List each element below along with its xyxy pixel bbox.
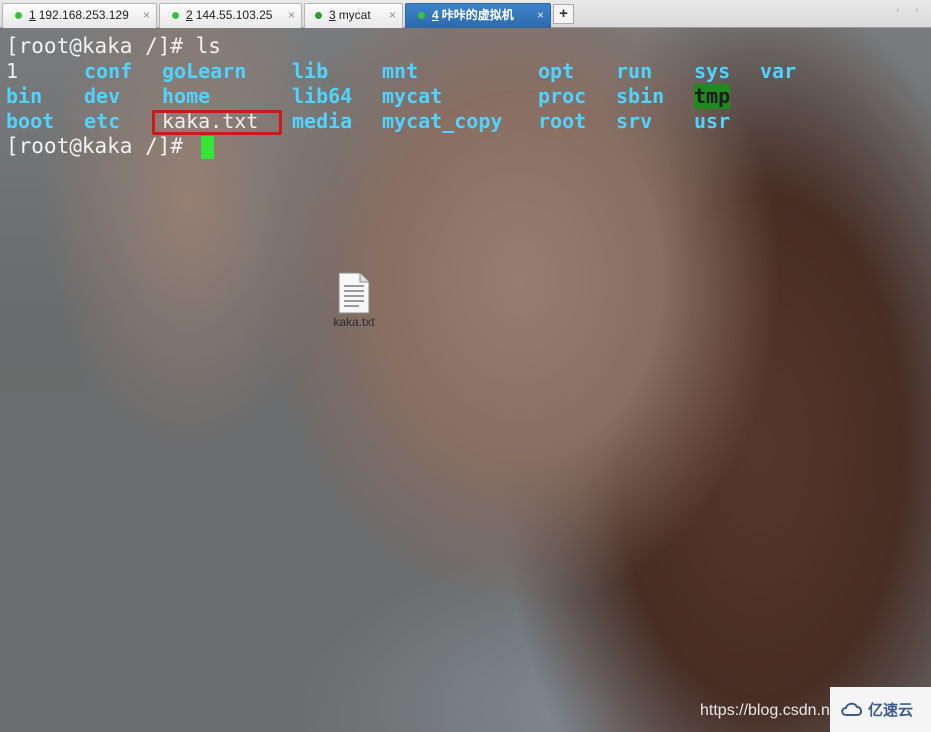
session-status-icon [172, 12, 179, 19]
ls-entry: usr [694, 109, 731, 133]
close-icon[interactable]: × [537, 4, 544, 26]
ls-entry: conf [84, 59, 133, 83]
tab-number: 1 [29, 8, 36, 22]
tab-number: 2 [186, 8, 193, 22]
tab-number: 4 [432, 8, 439, 22]
tab-label: 咔咔的虚拟机 [441, 8, 514, 22]
desktop-file-label: kaka.txt [333, 315, 375, 329]
ls-entry: mnt [382, 59, 419, 83]
ls-entry: home [162, 84, 211, 108]
tab-session-2[interactable]: 2 144.55.103.25 × [159, 3, 302, 28]
tab-bar: 1 192.168.253.129 × 2 144.55.103.25 × 3 myc… [0, 0, 931, 28]
ls-entry: boot [6, 109, 55, 133]
ls-entry: lib [292, 59, 329, 83]
tab-session-4[interactable]: 4 咔咔的虚拟机 × [405, 3, 551, 28]
close-icon[interactable]: × [143, 4, 150, 26]
tab-scroll-arrows[interactable]: ‹ › [896, 5, 925, 16]
tab-label: 192.168.253.129 [38, 8, 129, 22]
ls-entry: mycat [382, 84, 443, 108]
ls-entry: proc [538, 84, 587, 108]
add-tab-button[interactable]: + [553, 4, 574, 24]
command-line: [root@kaka /]# ls [6, 34, 221, 58]
ls-entry: media [292, 109, 353, 133]
ls-entry: etc [84, 109, 121, 133]
tab-label: 144.55.103.25 [195, 8, 273, 22]
ls-entry: srv [616, 109, 653, 133]
ls-entry: bin [6, 84, 43, 108]
terminal-window[interactable]: [root@kaka /]# ls 1 conf goLearn lib mnt opt r… [0, 28, 931, 732]
watermark-url: https://blog.csdn.ne [700, 702, 839, 719]
ls-entry: dev [84, 84, 121, 108]
terminal-cursor [201, 136, 214, 159]
ls-entry: root [538, 109, 587, 133]
tab-session-3[interactable]: 3 mycat × [304, 3, 403, 28]
ls-entry: sys [694, 59, 731, 83]
highlight-box [152, 110, 282, 135]
cloud-logo-icon [841, 702, 863, 716]
ls-entry: tmp [694, 84, 731, 109]
session-status-icon [315, 12, 322, 19]
desktop-file-item[interactable]: kaka.txt [326, 272, 382, 329]
watermark-brand: 亿速云 [868, 702, 914, 719]
session-status-icon [418, 12, 425, 19]
ls-entry: opt [538, 59, 575, 83]
close-icon[interactable]: × [389, 4, 396, 26]
ls-entry: sbin [616, 84, 665, 108]
ls-entry: run [616, 59, 653, 83]
ls-entry: goLearn [162, 59, 247, 83]
tab-session-1[interactable]: 1 192.168.253.129 × [2, 3, 157, 28]
ls-entry: var [760, 59, 797, 83]
tab-label: mycat [338, 8, 371, 22]
close-icon[interactable]: × [288, 4, 295, 26]
prompt-line: [root@kaka /]# [6, 134, 196, 158]
ls-entry: mycat_copy [382, 109, 503, 133]
session-status-icon [15, 12, 22, 19]
ls-entry: 1 [6, 59, 19, 83]
ls-entry: lib64 [292, 84, 353, 108]
tab-number: 3 [329, 8, 336, 22]
watermark-badge: 亿速云 [830, 687, 931, 732]
text-file-icon [338, 272, 370, 314]
